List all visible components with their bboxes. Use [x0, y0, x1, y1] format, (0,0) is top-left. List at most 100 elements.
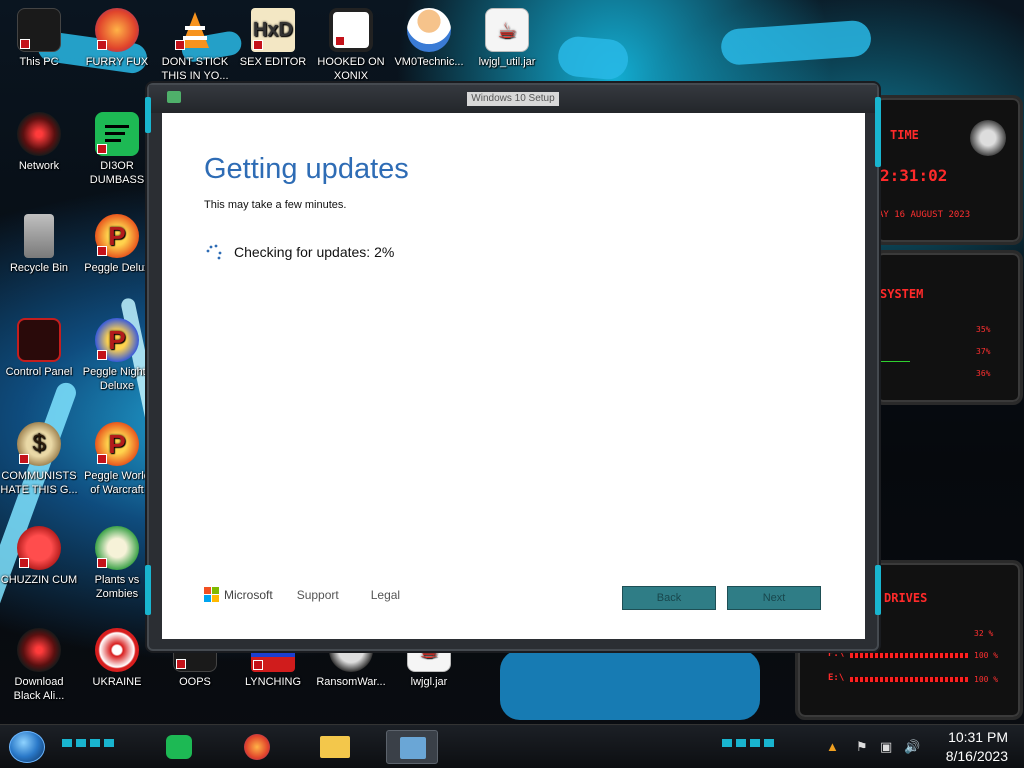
clock-time: 10:31 PM: [948, 729, 1008, 745]
peggle-wow-icon: P: [95, 422, 139, 466]
notification-icon[interactable]: ▲: [826, 739, 839, 754]
widget-time-value: 2:31:02: [880, 166, 948, 185]
desktop-icon-this-pc[interactable]: This PC: [0, 8, 78, 69]
volume-icon[interactable]: 🔊: [904, 739, 920, 755]
icon-label: Download Black Ali...: [13, 676, 65, 702]
icon-label: DONT STICK THIS IN YO...: [161, 56, 229, 82]
icon-label: DI3OR DUMBASS: [89, 160, 145, 186]
plants-vs-zombies-icon: [95, 526, 139, 570]
widget-system-title: SYSTEM: [880, 287, 924, 301]
icon-label: Control Panel: [5, 366, 73, 378]
frame-accent: [145, 97, 151, 133]
action-center-flag-icon[interactable]: ⚑: [856, 739, 868, 755]
alien-head-icon: [970, 120, 1006, 156]
cpu-graph-line: [880, 361, 910, 362]
status-row: Checking for updates: 2%: [204, 242, 394, 262]
desktop-icon-peggle-nights[interactable]: P Peggle Nights Deluxe: [78, 318, 156, 393]
icon-label: Network: [18, 160, 60, 172]
java-icon: ☕: [485, 8, 529, 52]
desktop-icon-control-panel[interactable]: Control Panel: [0, 318, 78, 379]
chuzzle-icon: [17, 526, 61, 570]
back-button[interactable]: Back: [622, 586, 716, 610]
desktop-icon-peggle-deluxe[interactable]: P Peggle Delux: [78, 214, 156, 275]
taskbar-spotify[interactable]: [154, 730, 206, 764]
widget-time-title: TIME: [890, 128, 919, 142]
drive-usage-bar: [850, 677, 968, 682]
spotify-icon: [166, 735, 192, 759]
firefox-icon: [244, 734, 270, 760]
icon-label: lwjgl.jar: [410, 676, 448, 688]
desktop-icon-ukraine[interactable]: UKRAINE: [78, 628, 156, 689]
desktop-icon-download-black[interactable]: Download Black Ali...: [0, 628, 78, 703]
support-link[interactable]: Support: [297, 588, 339, 602]
desktop-icon-sex-editor[interactable]: HxD SEX EDITOR: [234, 8, 312, 69]
widget-system-value: 36%: [976, 369, 991, 378]
icon-label: RansomWar...: [316, 676, 386, 688]
desktop-icon-network[interactable]: Network: [0, 112, 78, 173]
microsoft-brand: Microsoft: [224, 587, 273, 602]
desktop-icon-hooked-on-xonix[interactable]: HOOKED ON XONIX: [312, 8, 390, 83]
widget-drive-value: 32 %: [974, 629, 994, 638]
wallpaper-stroke: [500, 650, 760, 720]
widget-system: SYSTEM 35% 37% 36%: [873, 250, 1023, 405]
setup-window: Windows 10 Setup Getting updates This ma…: [145, 83, 881, 651]
icon-label: Peggle Nights Deluxe: [82, 366, 152, 392]
desktop-icon-chuzzin[interactable]: CHUZZIN CUM: [0, 526, 78, 587]
icon-label: This PC: [19, 56, 59, 68]
setup-app-icon: [400, 737, 426, 759]
taskbar-firefox[interactable]: [232, 730, 284, 764]
icon-label: Peggle World of Warcraft: [84, 470, 150, 496]
page-subtitle: This may take a few minutes.: [204, 199, 347, 211]
clock-date: 8/16/2023: [945, 748, 1008, 764]
desktop-icon-furry-fux[interactable]: FURRY FUX: [78, 8, 156, 69]
recycle-bin-icon: [24, 214, 54, 258]
widget-drive-value: 100 %: [974, 651, 999, 660]
network-orb-icon: [17, 112, 61, 156]
vlc-cone-icon: [173, 8, 217, 52]
money-bag-icon: $: [17, 422, 61, 466]
icon-label: VM0Technic...: [394, 56, 464, 68]
wallpaper-stroke: [556, 35, 630, 81]
desktop-icon-peggle-wow[interactable]: P Peggle World of Warcraft: [78, 422, 156, 497]
firefox-icon: [95, 8, 139, 52]
drive-usage-bar: [850, 653, 968, 658]
taskbar-windows-setup[interactable]: [386, 730, 438, 764]
widget-time: TIME 2:31:02 AY 16 AUGUST 2023: [873, 95, 1023, 245]
desktop-icon-communists[interactable]: $ COMMUNISTS HATE THIS G...: [0, 422, 78, 497]
setup-titlebar[interactable]: Windows 10 Setup: [149, 85, 877, 113]
widget-drives-title: DRIVES: [884, 591, 928, 605]
xonix-icon: [329, 8, 373, 52]
next-button[interactable]: Next: [727, 586, 821, 610]
icon-label: lwjgl_util.jar: [478, 56, 536, 68]
widget-system-value: 37%: [976, 347, 991, 356]
desktop-icon-recycle-bin[interactable]: Recycle Bin: [0, 214, 78, 275]
widget-drive-value: 100 %: [974, 675, 999, 684]
alienware-orb-icon: [17, 628, 61, 672]
setup-content: Getting updates This may take a few minu…: [162, 113, 865, 639]
peggle-nights-icon: P: [95, 318, 139, 362]
control-panel-icon: [17, 318, 61, 362]
frame-accent: [875, 97, 881, 167]
icon-label: OOPS: [179, 676, 211, 688]
widget-system-value: 35%: [976, 325, 991, 334]
window-title: Windows 10 Setup: [467, 92, 559, 106]
icon-label: SEX EDITOR: [239, 56, 307, 68]
icon-label: UKRAINE: [92, 676, 142, 688]
icon-label: Peggle Delux: [84, 262, 150, 274]
icon-label: Recycle Bin: [9, 262, 69, 274]
taskbar-file-explorer[interactable]: [310, 730, 362, 764]
monitor-icon: [17, 8, 61, 52]
desktop-icon-vm0technic[interactable]: VM0Technic...: [390, 8, 468, 69]
taskbar-accent: [62, 739, 114, 747]
status-text: Checking for updates: 2%: [234, 244, 395, 260]
desktop-icon-lwjgl-util[interactable]: ☕ lwjgl_util.jar: [468, 8, 546, 69]
start-button[interactable]: [9, 731, 45, 763]
taskbar-clock[interactable]: 10:31 PM 8/16/2023: [946, 728, 1008, 766]
desktop-icon-dont-stick[interactable]: DONT STICK THIS IN YO...: [156, 8, 234, 83]
frame-accent: [875, 565, 881, 615]
folder-icon: [320, 736, 350, 758]
doctor-icon: [407, 8, 451, 52]
network-icon[interactable]: ▣: [880, 739, 892, 755]
icon-label: COMMUNISTS HATE THIS G...: [0, 470, 78, 496]
legal-link[interactable]: Legal: [371, 588, 400, 602]
